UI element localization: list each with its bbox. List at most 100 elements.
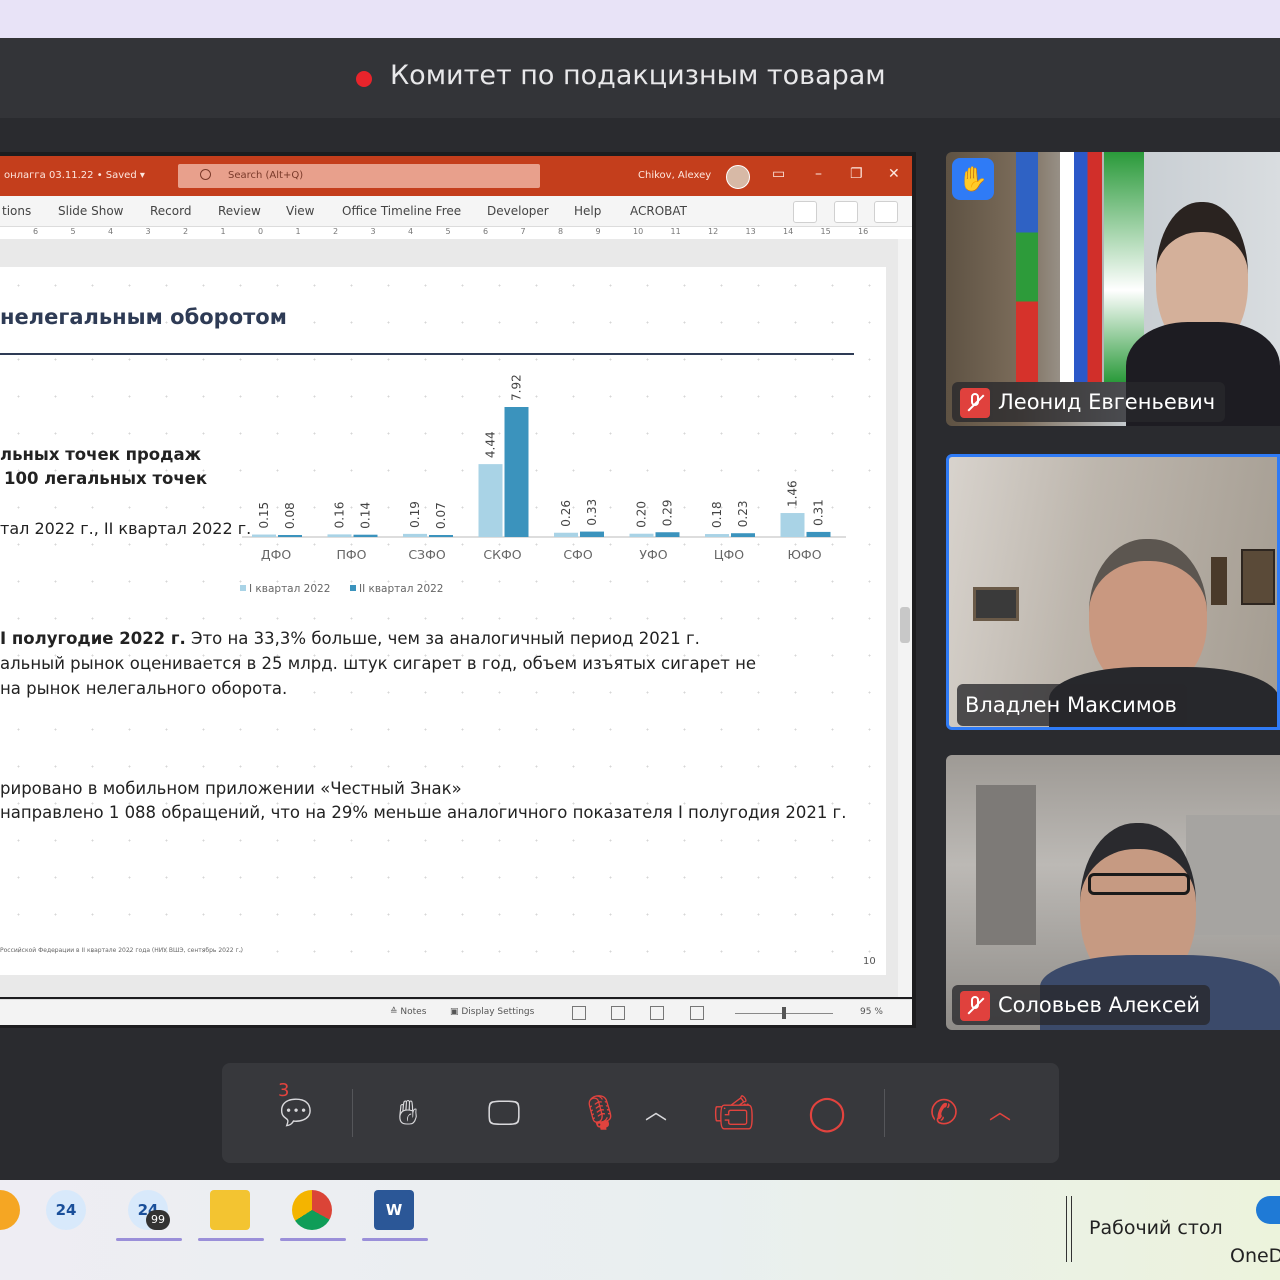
participant-tile-3[interactable]: Соловьев Алексей xyxy=(946,755,1280,1030)
tab-review[interactable]: Review xyxy=(218,204,261,218)
slideshow-view-icon[interactable] xyxy=(690,1006,704,1020)
ruler-mark: 16 xyxy=(858,227,869,236)
zoom-level[interactable]: 95 % xyxy=(860,1007,883,1017)
tab-acrobat[interactable]: ACROBAT xyxy=(630,204,687,218)
chart-data-label: 0.26 xyxy=(559,500,573,527)
chart-data-label: 0.19 xyxy=(408,501,422,528)
chart-category-label: СФО xyxy=(563,547,592,562)
participant-tile-2[interactable]: Владлен Максимов xyxy=(946,454,1280,730)
chrome-icon[interactable] xyxy=(292,1190,332,1230)
ruler-mark: 5 xyxy=(70,227,76,236)
paragraph-2: альный рынок оценивается в 25 млрд. штук… xyxy=(0,654,757,673)
normal-view-icon[interactable] xyxy=(572,1006,586,1020)
tab-record[interactable]: Record xyxy=(150,204,191,218)
legend-swatch xyxy=(240,585,246,591)
account-avatar[interactable] xyxy=(726,165,750,189)
onedrive-icon[interactable] xyxy=(1256,1196,1280,1224)
chart-bar xyxy=(327,534,352,537)
ruler-mark: 0 xyxy=(258,227,264,236)
camera-off-icon[interactable]: 📹︎ xyxy=(710,1091,758,1135)
chart-data-label: 0.08 xyxy=(283,502,297,529)
word-icon[interactable]: W xyxy=(374,1190,414,1230)
present-teams-button[interactable] xyxy=(834,201,858,223)
tab-developer[interactable]: Developer xyxy=(487,204,549,218)
chart-category-label: УФО xyxy=(639,547,667,562)
ribbon-display-icon[interactable]: ▭ xyxy=(772,166,785,182)
record-icon[interactable]: ◯ xyxy=(803,1091,851,1135)
chart-bar xyxy=(629,533,654,537)
ruler-mark: 9 xyxy=(595,227,601,236)
slide[interactable]: нелегальным оборотом льных точек продаж … xyxy=(0,267,886,975)
chart-bar xyxy=(655,532,680,537)
chart-data-label: 0.23 xyxy=(736,501,750,528)
flag-left xyxy=(1016,152,1038,382)
separator xyxy=(884,1089,885,1137)
slide-sorter-icon[interactable] xyxy=(611,1006,625,1020)
powerpoint-titlebar: онлагга 03.11.22 • Saved ▾ Search (Alt+Q… xyxy=(0,156,912,196)
tab-help[interactable]: Help xyxy=(574,204,601,218)
participant-tile-1[interactable]: ✋ Леонид Евгеньевич xyxy=(946,152,1280,426)
participant-2-label: Владлен Максимов xyxy=(957,684,1187,726)
ruler-mark: 11 xyxy=(670,227,681,236)
ruler-mark: 2 xyxy=(183,227,189,236)
glasses-icon xyxy=(1088,873,1190,895)
leave-call-icon[interactable]: ✆ xyxy=(920,1091,968,1135)
legend-label: I квартал 2022 xyxy=(249,583,330,595)
paragraph-5: направлено 1 088 обращений, что на 29% м… xyxy=(0,803,847,822)
chart-bar xyxy=(780,513,805,537)
legend-label: II квартал 2022 xyxy=(359,583,443,595)
zoom-slider-knob[interactable] xyxy=(782,1007,786,1019)
search-icon xyxy=(200,169,211,180)
flag-russia xyxy=(1060,152,1102,382)
close-icon[interactable]: ✕ xyxy=(888,166,900,182)
display-settings-button[interactable]: ▣ Display Settings xyxy=(450,1007,534,1017)
background-shelf xyxy=(1186,815,1280,935)
slide-text-line3: тал 2022 г., II квартал 2022 г. xyxy=(0,519,252,538)
document-title[interactable]: онлагга 03.11.22 • Saved ▾ xyxy=(4,170,145,181)
ruler-mark: 15 xyxy=(820,227,831,236)
ruler-mark: 8 xyxy=(558,227,564,236)
taskbar-app-24-icon[interactable]: 24 xyxy=(46,1190,86,1230)
legend-swatch xyxy=(350,585,356,591)
chart-data-label: 0.33 xyxy=(585,499,599,526)
participant-1-name: Леонид Евгеньевич xyxy=(998,390,1216,414)
chart-data-label: 1.46 xyxy=(786,480,800,507)
chart-bar xyxy=(806,531,831,537)
ruler-mark: 1 xyxy=(295,227,301,236)
microphone-options-chevron-icon[interactable]: ︿ xyxy=(632,1091,680,1135)
ruler-mark: 14 xyxy=(783,227,794,236)
notes-button[interactable]: ≙ Notes xyxy=(390,1007,426,1017)
slide-page-number: 10 xyxy=(863,956,876,967)
onedrive-label[interactable]: OneD xyxy=(1230,1245,1280,1267)
chart-category-label: ЦФО xyxy=(714,547,744,562)
share-button[interactable] xyxy=(874,201,898,223)
reading-view-icon[interactable] xyxy=(650,1006,664,1020)
leave-options-chevron-icon[interactable]: ︿ xyxy=(976,1091,1024,1135)
search-placeholder: Search (Alt+Q) xyxy=(228,170,304,181)
taskbar-indicator xyxy=(362,1238,428,1241)
ribbon-tabs: tions Slide Show Record Review View Offi… xyxy=(0,196,912,227)
restore-icon[interactable]: ❐ xyxy=(850,166,863,182)
participant-1-label: Леонид Евгеньевич xyxy=(952,382,1226,422)
scrollbar-thumb[interactable] xyxy=(900,607,910,643)
notes-label: Notes xyxy=(400,1007,427,1017)
account-name[interactable]: Chikov, Alexey xyxy=(638,170,711,181)
tab-animations[interactable]: tions xyxy=(2,204,31,218)
chat-count-badge: 3 xyxy=(278,1080,290,1101)
notification-count-badge: 99 xyxy=(146,1210,170,1230)
ruler-mark: 6 xyxy=(483,227,489,236)
tab-office-timeline[interactable]: Office Timeline Free xyxy=(342,204,461,218)
microphone-muted-icon[interactable]: 🎙︎ xyxy=(576,1091,624,1135)
comments-button[interactable] xyxy=(793,201,817,223)
minimize-icon[interactable]: – xyxy=(815,166,822,182)
raise-hand-icon[interactable]: ✋︎ xyxy=(384,1091,432,1135)
screen-share-icon[interactable]: 🖵︎ xyxy=(480,1091,528,1135)
mic-muted-icon xyxy=(960,991,990,1021)
chart-category-label: ДФО xyxy=(261,547,292,562)
file-explorer-icon[interactable] xyxy=(210,1190,250,1230)
tab-slide-show[interactable]: Slide Show xyxy=(58,204,123,218)
tab-view[interactable]: View xyxy=(286,204,314,218)
search-box[interactable]: Search (Alt+Q) xyxy=(178,164,540,188)
desktop-label[interactable]: Рабочий стол xyxy=(1089,1217,1223,1239)
ruler-mark: 4 xyxy=(408,227,414,236)
